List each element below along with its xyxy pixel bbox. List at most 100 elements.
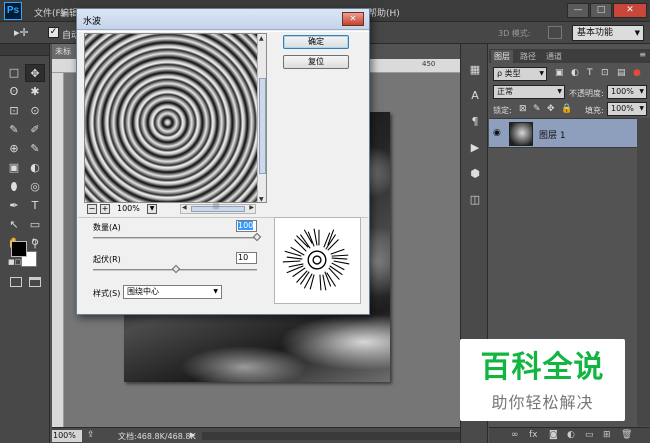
3d-camera-icon[interactable] [548,26,562,39]
scroll-left-icon[interactable]: ◀ [182,204,187,211]
filter-shape-icon[interactable]: ⊡ [601,68,609,78]
zoom-out-button[interactable]: − [87,204,97,214]
tab-channels[interactable]: 通道 [543,50,565,63]
ok-button[interactable]: 确定 [283,35,349,49]
scroll-thumb[interactable] [259,78,266,174]
type-tool-icon[interactable]: T [25,197,45,215]
preview-horizontal-scrollbar[interactable]: ◀ ||| ▶ [180,203,256,214]
window-controls: — □ ✕ [567,3,647,18]
3d-cube-icon[interactable]: ⬢ [467,166,483,182]
amount-slider-track[interactable] [93,237,257,239]
filter-type-icon[interactable]: T [587,68,593,78]
crop-tool-icon[interactable]: ⊡ [4,102,24,120]
zigzag-filter-dialog: 水波 ✕ ▲ ▼ − + 100% ▼ ◀ ||| ▶ 确定 复位 数量(A) … [76,8,370,315]
reset-button[interactable]: 复位 [283,55,349,69]
filter-toggle-icon[interactable]: ● [633,68,641,78]
screen-mode-icon[interactable] [29,277,41,287]
maximize-icon[interactable]: □ [590,3,612,18]
filter-adjust-icon[interactable]: ◐ [571,68,579,78]
menu-help[interactable]: 帮助(H) [368,6,400,19]
play-actions-icon[interactable]: ▶ [467,140,483,156]
styles-panel-icon[interactable]: ◫ [467,192,483,208]
close-icon[interactable]: ✕ [342,12,364,26]
chevron-right-icon[interactable]: ▶ [190,431,195,439]
paragraph-panel-icon[interactable]: ¶ [467,114,483,130]
close-window-icon[interactable]: ✕ [613,3,647,18]
style-select[interactable]: 围绕中心 ▼ [123,285,222,299]
pen-tool-icon[interactable]: ✒ [4,197,24,215]
fill-field[interactable]: 100% ▼ [607,102,647,116]
move-tool-icon[interactable]: ▸✛ [14,25,42,41]
scroll-down-icon[interactable]: ▼ [259,196,264,202]
lasso-tool-icon[interactable]: ʘ [4,83,24,101]
ridges-slider-thumb[interactable] [171,264,181,274]
filter-pixel-icon[interactable]: ▣ [555,68,564,78]
new-layer-icon[interactable]: ⊞ [603,430,611,440]
layers-panel-tabs: 图层 路径 通道 ≡ [489,49,650,63]
tool-panel-header[interactable] [0,44,49,56]
amount-slider-thumb[interactable] [252,232,262,242]
trash-icon[interactable]: 🗑 [621,430,632,440]
minimize-icon[interactable]: — [567,3,589,18]
marquee-tool-icon[interactable]: □ [4,64,24,82]
layer-name[interactable]: 图层 1 [539,128,566,141]
amount-input[interactable]: 100 [236,220,257,232]
layers-scrollbar[interactable] [637,118,650,426]
lock-pixels-icon[interactable]: ✎ [533,104,541,114]
panel-menu-icon[interactable]: ≡ [639,50,646,59]
eye-visibility-icon[interactable]: ◉ [493,128,501,138]
scroll-up-icon[interactable]: ▲ [259,35,264,42]
filter-preview[interactable]: ▲ ▼ [84,33,267,203]
preview-image[interactable] [85,34,257,202]
zoom-in-button[interactable]: + [100,204,110,214]
dodge-tool-icon[interactable]: ◎ [25,178,45,196]
rectangle-tool-icon[interactable]: ▭ [25,216,45,234]
chevron-down-icon: ▼ [539,70,544,77]
share-icon[interactable]: ⇪ [87,430,95,440]
filter-smart-icon[interactable]: ▤ [617,68,626,78]
lock-position-icon[interactable]: ✥ [547,104,555,114]
auto-select-checkbox[interactable]: ✓ [48,27,59,38]
opacity-field[interactable]: 100% ▼ [607,85,647,99]
link-layers-icon[interactable]: ∞ [511,430,519,440]
horizontal-scrollbar[interactable] [202,432,460,440]
move-tool-icon[interactable]: ✥ [25,64,45,82]
history-panel-icon[interactable]: ▦ [467,62,483,78]
zoom-level-field[interactable]: 100% [52,430,82,442]
dialog-titlebar[interactable]: 水波 ✕ [77,9,369,30]
quick-mask-icon[interactable] [10,277,22,287]
brush-tool-icon[interactable]: ✐ [25,121,45,139]
adjustment-layer-icon[interactable]: ◐ [567,430,575,440]
ridges-input[interactable]: 10 [236,252,257,264]
fx-icon[interactable]: fx [529,430,538,440]
new-group-icon[interactable]: ▭ [585,430,594,440]
magic-wand-icon[interactable]: ✱ [25,83,45,101]
blur-tool-icon[interactable]: ⬮ [4,178,24,196]
workspace-select[interactable]: 基本功能 ▼ [572,25,644,41]
blend-mode-select[interactable]: 正常 ▼ [493,85,565,99]
opacity-value: 100% [611,87,634,96]
path-select-icon[interactable]: ↖ [4,216,24,234]
swap-colors-icon[interactable]: ↰ [31,237,38,246]
dialog-title: 水波 [83,17,102,27]
tab-paths[interactable]: 路径 [517,50,539,63]
healing-brush-icon[interactable]: ✎ [4,121,24,139]
foreground-color-swatch[interactable] [11,241,27,257]
layer-kind-filter[interactable]: ρ 类型 ▼ [493,67,547,81]
default-colors-icon[interactable]: ■□ [8,258,21,266]
tab-layers[interactable]: 图层 [491,50,513,63]
scroll-right-icon[interactable]: ▶ [249,204,254,211]
layer-row[interactable]: ◉ 图层 1 [489,118,637,148]
eyedropper-icon[interactable]: ⊙ [25,102,45,120]
opacity-label: 不透明度: [569,89,604,98]
chevron-down-icon[interactable]: ▼ [147,204,157,214]
lock-transparency-icon[interactable]: ⊠ [519,104,527,114]
character-panel-icon[interactable]: A [467,88,483,104]
clone-stamp-icon[interactable]: ⊕ [4,140,24,158]
history-brush-icon[interactable]: ✎ [25,140,45,158]
lock-all-icon[interactable]: 🔒 [561,104,572,114]
eraser-icon[interactable]: ▣ [4,159,24,177]
preview-vertical-scrollbar[interactable]: ▲ ▼ [257,34,266,202]
gradient-icon[interactable]: ◐ [25,159,45,177]
add-mask-icon[interactable]: ◙ [549,430,558,440]
